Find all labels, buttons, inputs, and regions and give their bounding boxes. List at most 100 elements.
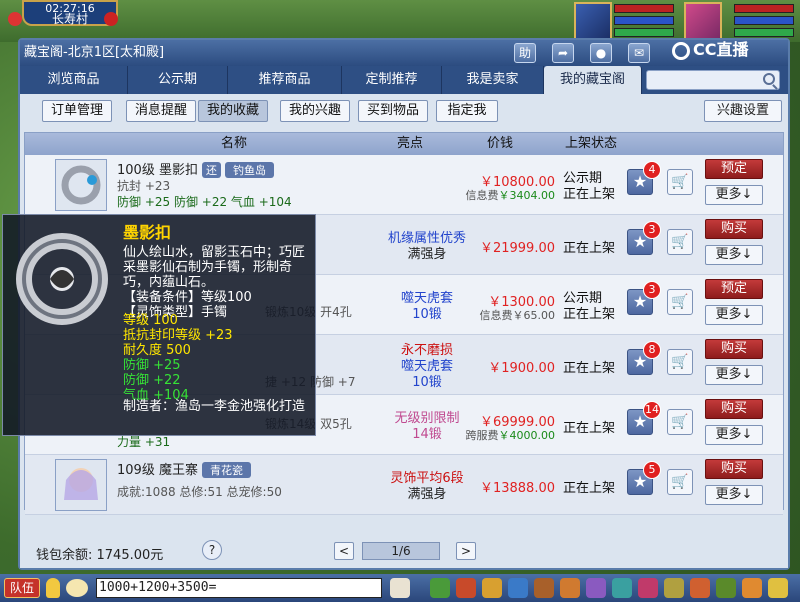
cart-icon[interactable]: 🛒 <box>667 409 693 435</box>
reserve-button[interactable]: 预定 <box>705 159 763 179</box>
friend-icon[interactable] <box>560 578 580 598</box>
menu-icon[interactable] <box>742 578 762 598</box>
exp-bar <box>614 28 674 37</box>
interest-settings-button[interactable]: 兴趣设置 <box>704 100 782 122</box>
tab-browse[interactable]: 浏览商品 <box>20 66 128 94</box>
gift-icon[interactable] <box>390 578 410 598</box>
item-price: ￥21999.00 <box>479 241 555 256</box>
subtab-orders[interactable]: 订单管理 <box>42 100 112 122</box>
system-icon[interactable] <box>690 578 710 598</box>
player-bars <box>614 4 674 40</box>
more-button[interactable]: 更多↓ <box>705 185 763 205</box>
item-fee: 信息费￥3404.00 <box>465 189 556 202</box>
cart-icon[interactable]: 🛒 <box>667 349 693 375</box>
chat-input[interactable]: 1000+1200+3500= <box>96 578 382 598</box>
pet-icon[interactable] <box>430 578 450 598</box>
pet-portrait[interactable] <box>684 2 722 40</box>
item-name: 109级 魔王寨 青花瓷 <box>117 459 251 478</box>
tab-public[interactable]: 公示期 <box>128 66 228 94</box>
favorite-count: 3 <box>643 281 661 299</box>
more-button[interactable]: 更多↓ <box>705 485 763 505</box>
buy-button[interactable]: 购买 <box>705 339 763 359</box>
item-status: 正在上架 <box>563 307 616 322</box>
item-image-character[interactable] <box>55 459 107 511</box>
table-row[interactable]: 100级 墨影扣还钓鱼岛 抗封 +23 防御 +25 防御 +22 气血 +10… <box>25 155 783 215</box>
pet-hp-bar <box>734 4 794 13</box>
mp-bar <box>614 16 674 25</box>
location-name: 长寿村 <box>51 12 88 26</box>
header-name: 名称 <box>221 136 248 151</box>
subtab-bought[interactable]: 买到物品 <box>358 100 428 122</box>
item-status: 正在上架 <box>563 361 616 376</box>
buy-button[interactable]: 购买 <box>705 459 763 479</box>
subtab-assigned[interactable]: 指定我 <box>436 100 498 122</box>
tooltip-description: 仙人绘山水，留影玉石中；巧匠采墨影仙石制为手镯，形制奇巧，内蕴山石。 【装备条件… <box>123 245 306 320</box>
window-title: 藏宝阁-北京1区[太和殿] <box>24 45 165 60</box>
more-button[interactable]: 更多↓ <box>705 245 763 265</box>
server-tag: 青花瓷 <box>201 462 251 478</box>
hp-bar <box>614 4 674 13</box>
cart-icon[interactable]: 🛒 <box>667 289 693 315</box>
lantern-icon[interactable] <box>104 12 118 26</box>
item-price: ￥1900.00 <box>488 361 555 376</box>
table-row[interactable]: 109级 魔王寨 青花瓷 成就:1088 总修:51 总宠修:50 灵饰平均6段 … <box>25 455 783 515</box>
search-input[interactable] <box>646 70 780 90</box>
tooltip-title: 墨影扣 <box>123 223 172 242</box>
item-status: 正在上架 <box>563 241 616 256</box>
tab-seller[interactable]: 我是卖家 <box>442 66 544 94</box>
bag-icon[interactable] <box>482 578 502 598</box>
player-portrait[interactable] <box>574 2 612 40</box>
team-icon[interactable] <box>586 578 606 598</box>
team-button[interactable]: 队伍 <box>4 578 40 598</box>
item-fee: 信息费￥65.00 <box>479 309 556 322</box>
item-icon[interactable] <box>456 578 476 598</box>
reserve-button[interactable]: 预定 <box>705 279 763 299</box>
item-name: 100级 墨影扣还钓鱼岛 <box>117 159 274 178</box>
game-clock: 02:27:16 长寿村 <box>22 0 118 26</box>
mic-icon[interactable] <box>46 578 60 598</box>
header-price: 价钱 <box>487 136 514 151</box>
record-icon[interactable]: ● <box>590 43 612 63</box>
buy-button[interactable]: 购买 <box>705 399 763 419</box>
tab-custom[interactable]: 定制推荐 <box>342 66 442 94</box>
guild-icon[interactable] <box>612 578 632 598</box>
cart-icon[interactable]: 🛒 <box>667 229 693 255</box>
favorite-count: 14 <box>643 401 661 419</box>
chat-icon[interactable]: ✉ <box>628 43 650 63</box>
return-tag: 还 <box>201 162 221 178</box>
help-icon[interactable]: 助 <box>514 43 536 63</box>
prev-page-button[interactable]: < <box>334 542 354 560</box>
emoji-icon[interactable] <box>66 579 88 597</box>
cc-logo-icon <box>672 41 690 60</box>
tab-my-pavilion[interactable]: 我的藏宝阁 <box>544 66 642 94</box>
cart-icon[interactable]: 🛒 <box>667 469 693 495</box>
header-status: 上架状态 <box>565 136 618 151</box>
help-icon[interactable]: ? <box>202 540 222 560</box>
more-button[interactable]: 更多↓ <box>705 365 763 385</box>
item-image-ring[interactable] <box>55 159 107 211</box>
skill-icon[interactable] <box>508 578 528 598</box>
subtab-messages[interactable]: 消息提醒 <box>126 100 196 122</box>
pet-bars <box>734 4 794 40</box>
table-header: 名称 亮点 价钱 上架状态 <box>25 133 783 155</box>
more-button[interactable]: 更多↓ <box>705 425 763 445</box>
next-page-button[interactable]: > <box>456 542 476 560</box>
shop-icon[interactable] <box>638 578 658 598</box>
flag-icon[interactable] <box>8 12 22 26</box>
event-icon[interactable] <box>664 578 684 598</box>
tab-recommend[interactable]: 推荐商品 <box>228 66 342 94</box>
map-icon[interactable] <box>716 578 736 598</box>
search-icon[interactable] <box>763 73 775 85</box>
cart-icon[interactable]: 🛒 <box>667 169 693 195</box>
subtab-favorites[interactable]: 我的收藏 <box>198 100 268 122</box>
settings-icon[interactable] <box>768 578 788 598</box>
subtab-interests[interactable]: 我的兴趣 <box>280 100 350 122</box>
share-icon[interactable]: ➦ <box>552 43 574 63</box>
buy-button[interactable]: 购买 <box>705 219 763 239</box>
task-icon[interactable] <box>534 578 554 598</box>
more-button[interactable]: 更多↓ <box>705 305 763 325</box>
page-indicator: 1/6 <box>362 542 440 560</box>
pet-mp-bar <box>734 16 794 25</box>
cc-live-logo: CC直播 <box>672 36 782 60</box>
item-status: 正在上架 <box>563 187 616 202</box>
